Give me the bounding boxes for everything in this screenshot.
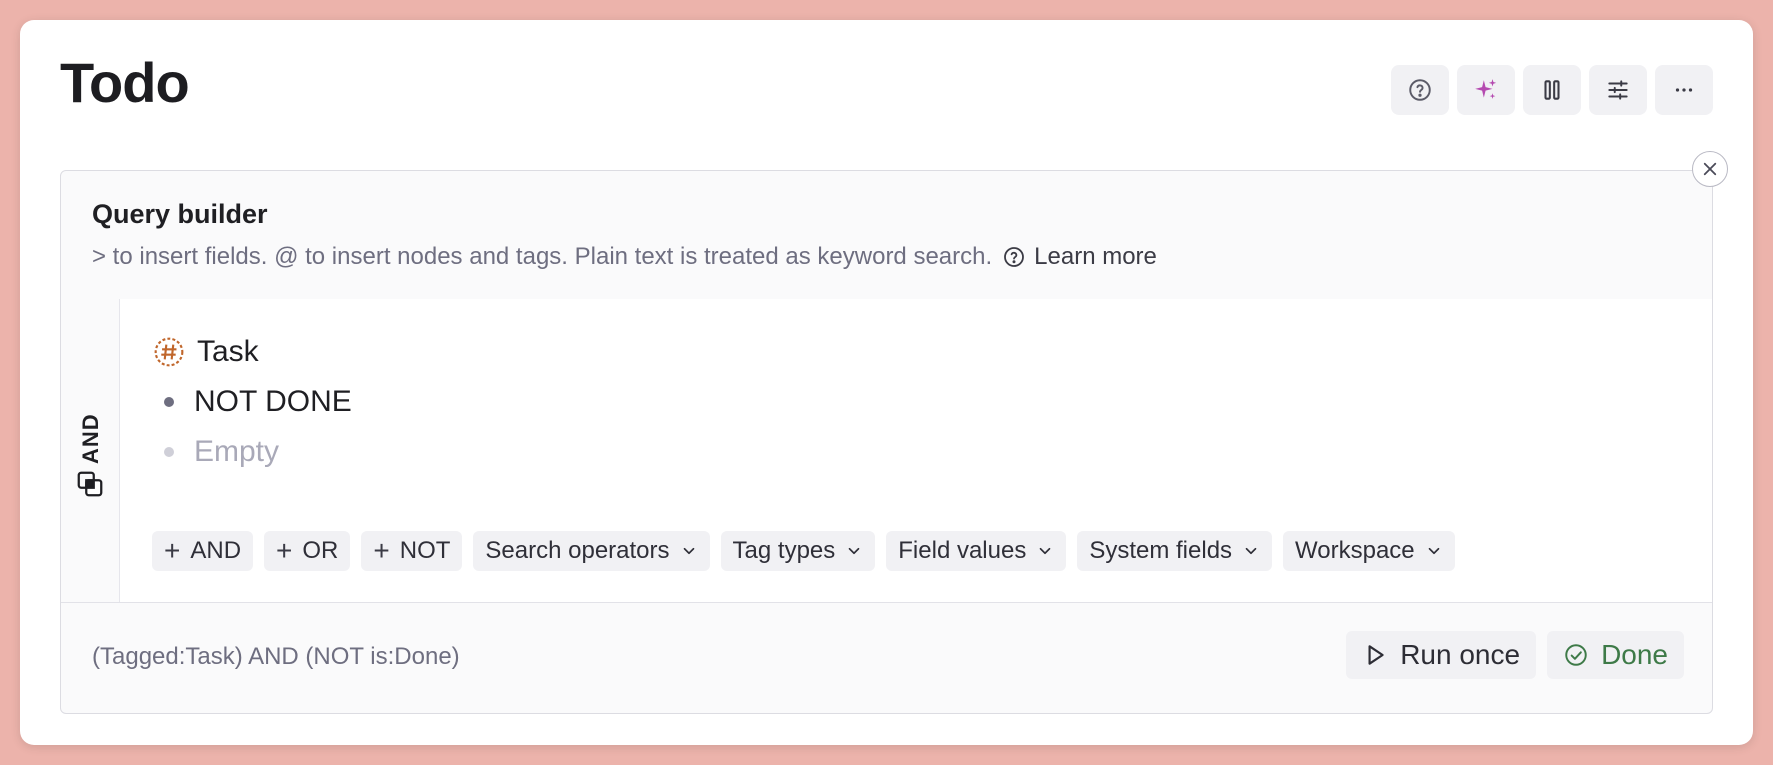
filter-settings-button[interactable] [1589,65,1647,115]
bullet-icon [164,447,174,457]
chip-label: Search operators [485,537,670,564]
sparkles-icon [1475,79,1497,99]
add-and-button[interactable]: + AND [152,531,254,571]
field-values-dropdown[interactable]: Field values [886,531,1067,571]
condition-placeholder: Empty [194,435,280,468]
chip-label: Tag types [732,537,836,564]
run-once-button[interactable]: Run once [1346,631,1537,679]
close-query-builder-button[interactable] [1692,151,1728,187]
query-builder-title: Query builder [92,199,268,229]
done-label: Done [1601,639,1668,670]
more-options-button[interactable] [1655,65,1713,115]
chevron-down-icon [683,547,694,555]
search-operators-dropdown[interactable]: Search operators [473,531,710,571]
chip-label: System fields [1089,537,1233,564]
chevron-down-icon [1428,547,1439,555]
group-operator-rail[interactable]: AND [61,299,120,602]
condition-row-empty[interactable]: Empty [153,435,279,469]
chip-label: NOT [399,537,451,564]
ellipsis-icon [1675,88,1693,92]
toolbar [1391,65,1713,115]
app-window: Todo Query builder > to insert fields. @… [20,20,1753,745]
query-builder-hint: > to insert fields. @ to insert nodes an… [92,243,1157,271]
learn-more-link[interactable]: Learn more [1002,243,1157,271]
bullet-icon [164,397,174,407]
close-icon [1703,162,1717,176]
help-circle-icon [1409,79,1431,101]
chevron-down-icon [848,547,860,555]
plus-icon: + [373,535,390,566]
tag-hash-icon [154,337,184,367]
condition-label: Task [197,335,259,368]
columns-icon [1544,80,1560,100]
footer-actions: Run once Done [1346,631,1684,679]
system-fields-dropdown[interactable]: System fields [1077,531,1273,571]
query-builder-panel: Query builder > to insert fields. @ to i… [60,170,1713,714]
done-button[interactable]: Done [1547,631,1684,679]
query-builder-footer: (Tagged:Task) AND (NOT is:Done) Run once… [61,603,1712,713]
add-or-button[interactable]: + OR [264,531,351,571]
plus-icon: + [276,535,293,566]
hint-text: > to insert fields. @ to insert nodes an… [92,243,993,270]
ai-assist-button[interactable] [1457,65,1515,115]
workspace-dropdown[interactable]: Workspace [1283,531,1455,571]
add-not-button[interactable]: + NOT [361,531,463,571]
chip-label: Field values [898,537,1027,564]
plus-icon: + [164,535,181,566]
chevron-down-icon [1040,547,1051,555]
chip-label: OR [302,537,339,564]
query-expression: (Tagged:Task) AND (NOT is:Done) [92,643,460,670]
chip-label: AND [190,537,242,564]
page-title: Todo [60,51,190,114]
view-columns-button[interactable] [1523,65,1581,115]
help-button[interactable] [1391,65,1449,115]
query-chips: + AND + OR + NOT Search operators Tag ty… [152,531,1455,571]
chevron-down-icon [1245,547,1257,555]
run-once-label: Run once [1400,639,1521,670]
condition-row-task[interactable]: Task [153,335,259,369]
help-circle-icon [1004,247,1025,267]
condition-label: NOT DONE [194,385,352,418]
query-builder-header: Query builder > to insert fields. @ to i… [61,171,1712,300]
group-operator-label: AND [78,413,103,464]
group-toggle-icon [77,471,103,497]
query-builder-body: AND Task NOT DONE Empty + AND + OR + NOT… [61,299,1712,603]
play-icon [1368,645,1384,665]
sliders-icon [1608,80,1628,100]
tag-types-dropdown[interactable]: Tag types [720,531,876,571]
learn-more-label: Learn more [1034,243,1157,270]
check-circle-icon [1565,644,1587,666]
condition-row-not-done[interactable]: NOT DONE [153,385,352,419]
chip-label: Workspace [1295,537,1415,564]
